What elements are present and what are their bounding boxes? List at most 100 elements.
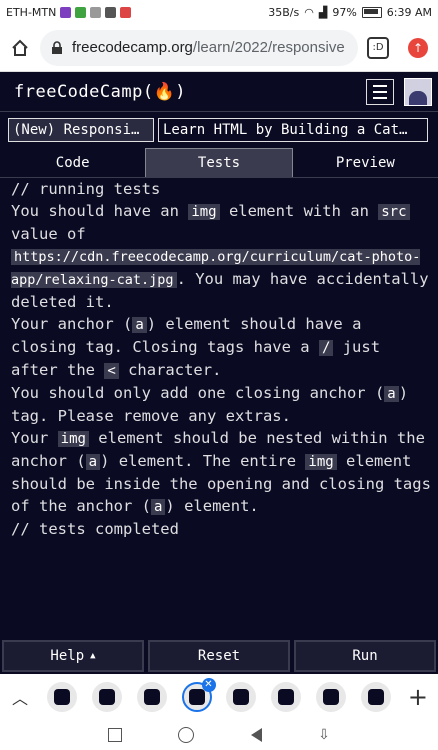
download-icon[interactable]: ⇩ (318, 727, 330, 743)
nav-right (366, 77, 432, 106)
test-hint: Your anchor (a) element should have a cl… (11, 313, 431, 382)
avatar[interactable] (404, 77, 432, 106)
notification-icon (75, 6, 87, 18)
address-bar[interactable]: freecodecamp.org/learn/2022/responsive (40, 29, 358, 66)
run-button[interactable]: Run (294, 640, 436, 672)
tab-thumbnail[interactable] (316, 682, 347, 712)
browser-menu-button[interactable]: ↑ (398, 37, 438, 58)
hint-text: Your anchor ( (11, 315, 133, 333)
hint-text: ) element. The entire (100, 452, 306, 470)
inline-code: a (384, 386, 399, 402)
tab-strip: ︿ ✕ + (0, 674, 438, 720)
run-label: Run (352, 648, 378, 664)
android-nav-bar: ⇩ (0, 720, 438, 750)
inline-code: img (305, 454, 337, 470)
breadcrumb-lesson[interactable]: Learn HTML by Building a Cat… (158, 118, 428, 142)
test-hint: Your img element should be nested within… (11, 427, 431, 518)
fcc-favicon-icon (98, 689, 115, 705)
hint-text: ) element. (165, 497, 259, 515)
mail-icon (120, 6, 132, 18)
tab-count: :D (367, 36, 389, 59)
back-icon[interactable] (250, 728, 262, 742)
update-arrow-icon: ↑ (408, 37, 428, 58)
battery-icon (361, 6, 382, 18)
carrier-label: ETH-MTN (6, 5, 57, 19)
notification-icon (60, 6, 72, 18)
reset-button[interactable]: Reset (148, 640, 290, 672)
fcc-favicon-icon (53, 689, 70, 705)
hint-text: You should have an (11, 202, 189, 220)
lock-icon (52, 40, 62, 54)
hint-text: Your (11, 429, 58, 447)
home-icon (12, 39, 28, 56)
breadcrumb-course[interactable]: (New) Responsi… (8, 118, 154, 142)
battery-percent: 97% (332, 5, 357, 19)
new-tab-plus-icon[interactable]: + (406, 683, 430, 711)
hint-text: character. (118, 361, 222, 379)
notification-icon (105, 6, 117, 18)
chevron-up-icon[interactable]: ︿ (8, 685, 32, 709)
tab-thumbnail-active[interactable]: ✕ (181, 678, 216, 712)
tab-thumbnail[interactable] (226, 682, 257, 712)
test-hint: You should have an img element with an s… (11, 200, 431, 313)
recents-icon[interactable] (108, 728, 123, 742)
home-circle-icon[interactable] (178, 727, 195, 743)
inline-code: a (132, 317, 147, 333)
breadcrumb: (New) Responsi… Learn HTML by Building a… (0, 112, 438, 148)
hint-text: You should only add one closing anchor ( (11, 384, 385, 402)
action-bar: Help ▲ Reset Run (0, 640, 438, 674)
hint-text: value of (11, 225, 86, 243)
tab-tests[interactable]: Tests (145, 148, 293, 177)
inline-code: img (57, 431, 89, 447)
tab-thumbnail[interactable] (271, 682, 302, 712)
status-right: 35B/s ◠ ▟ 97% 6:39 AM (268, 6, 432, 19)
tab-switcher-button[interactable]: :D (358, 36, 398, 59)
url-host: freecodecamp.org (72, 39, 193, 56)
home-button[interactable] (0, 38, 40, 58)
inline-code: / (318, 340, 334, 356)
menu-bar (373, 90, 387, 93)
caret-up-icon: ▲ (90, 651, 96, 661)
status-left: ETH-MTN (6, 5, 132, 19)
fcc-favicon-icon (188, 689, 205, 705)
menu-button[interactable] (366, 78, 394, 105)
close-icon[interactable]: ✕ (201, 678, 216, 692)
inline-code: a (85, 454, 101, 470)
help-label: Help (50, 648, 85, 664)
fcc-favicon-icon (323, 689, 340, 705)
menu-bar (373, 96, 387, 99)
test-hint: You should only add one closing anchor (… (11, 382, 431, 427)
url-path: /learn/2022/responsive (192, 39, 345, 56)
test-output: // running tests You should have an img … (11, 178, 431, 638)
fcc-favicon-icon (368, 689, 384, 705)
network-speed: 35B/s (268, 5, 300, 19)
fcc-logo[interactable]: freeCodeCamp(🔥) (14, 82, 186, 102)
running-tests-line: // running tests (11, 180, 161, 198)
status-bar: ETH-MTN 35B/s ◠ ▟ 97% 6:39 AM (0, 0, 438, 24)
fcc-favicon-icon (233, 689, 250, 705)
fcc-favicon-icon (143, 689, 160, 705)
hint-text: element with an (219, 202, 379, 220)
reset-label: Reset (197, 648, 241, 664)
tab-thumbnail[interactable] (136, 682, 167, 712)
editor-tabs: Code Tests Preview (0, 148, 438, 178)
tab-thumbnail[interactable] (46, 682, 77, 712)
inline-code: a (150, 499, 166, 515)
browser-toolbar: freecodecamp.org/learn/2022/responsive :… (0, 24, 438, 72)
inline-code: < (104, 363, 119, 379)
fcc-favicon-icon (278, 689, 295, 705)
fcc-navbar: freeCodeCamp(🔥) (0, 72, 438, 112)
help-button[interactable]: Help ▲ (2, 640, 144, 672)
tab-thumbnail[interactable] (91, 682, 122, 712)
tab-code[interactable]: Code (0, 148, 145, 177)
clock: 6:39 AM (386, 5, 432, 19)
inline-code: img (188, 204, 220, 220)
signal-icon: ▟ (318, 5, 328, 19)
headset-icon: ◠ (304, 5, 314, 19)
notification-icon (90, 6, 102, 18)
tab-preview[interactable]: Preview (293, 148, 438, 177)
inline-code: src (378, 204, 410, 220)
menu-bar (373, 84, 387, 87)
avatar-figure (409, 90, 427, 105)
tab-thumbnail[interactable] (361, 682, 391, 712)
